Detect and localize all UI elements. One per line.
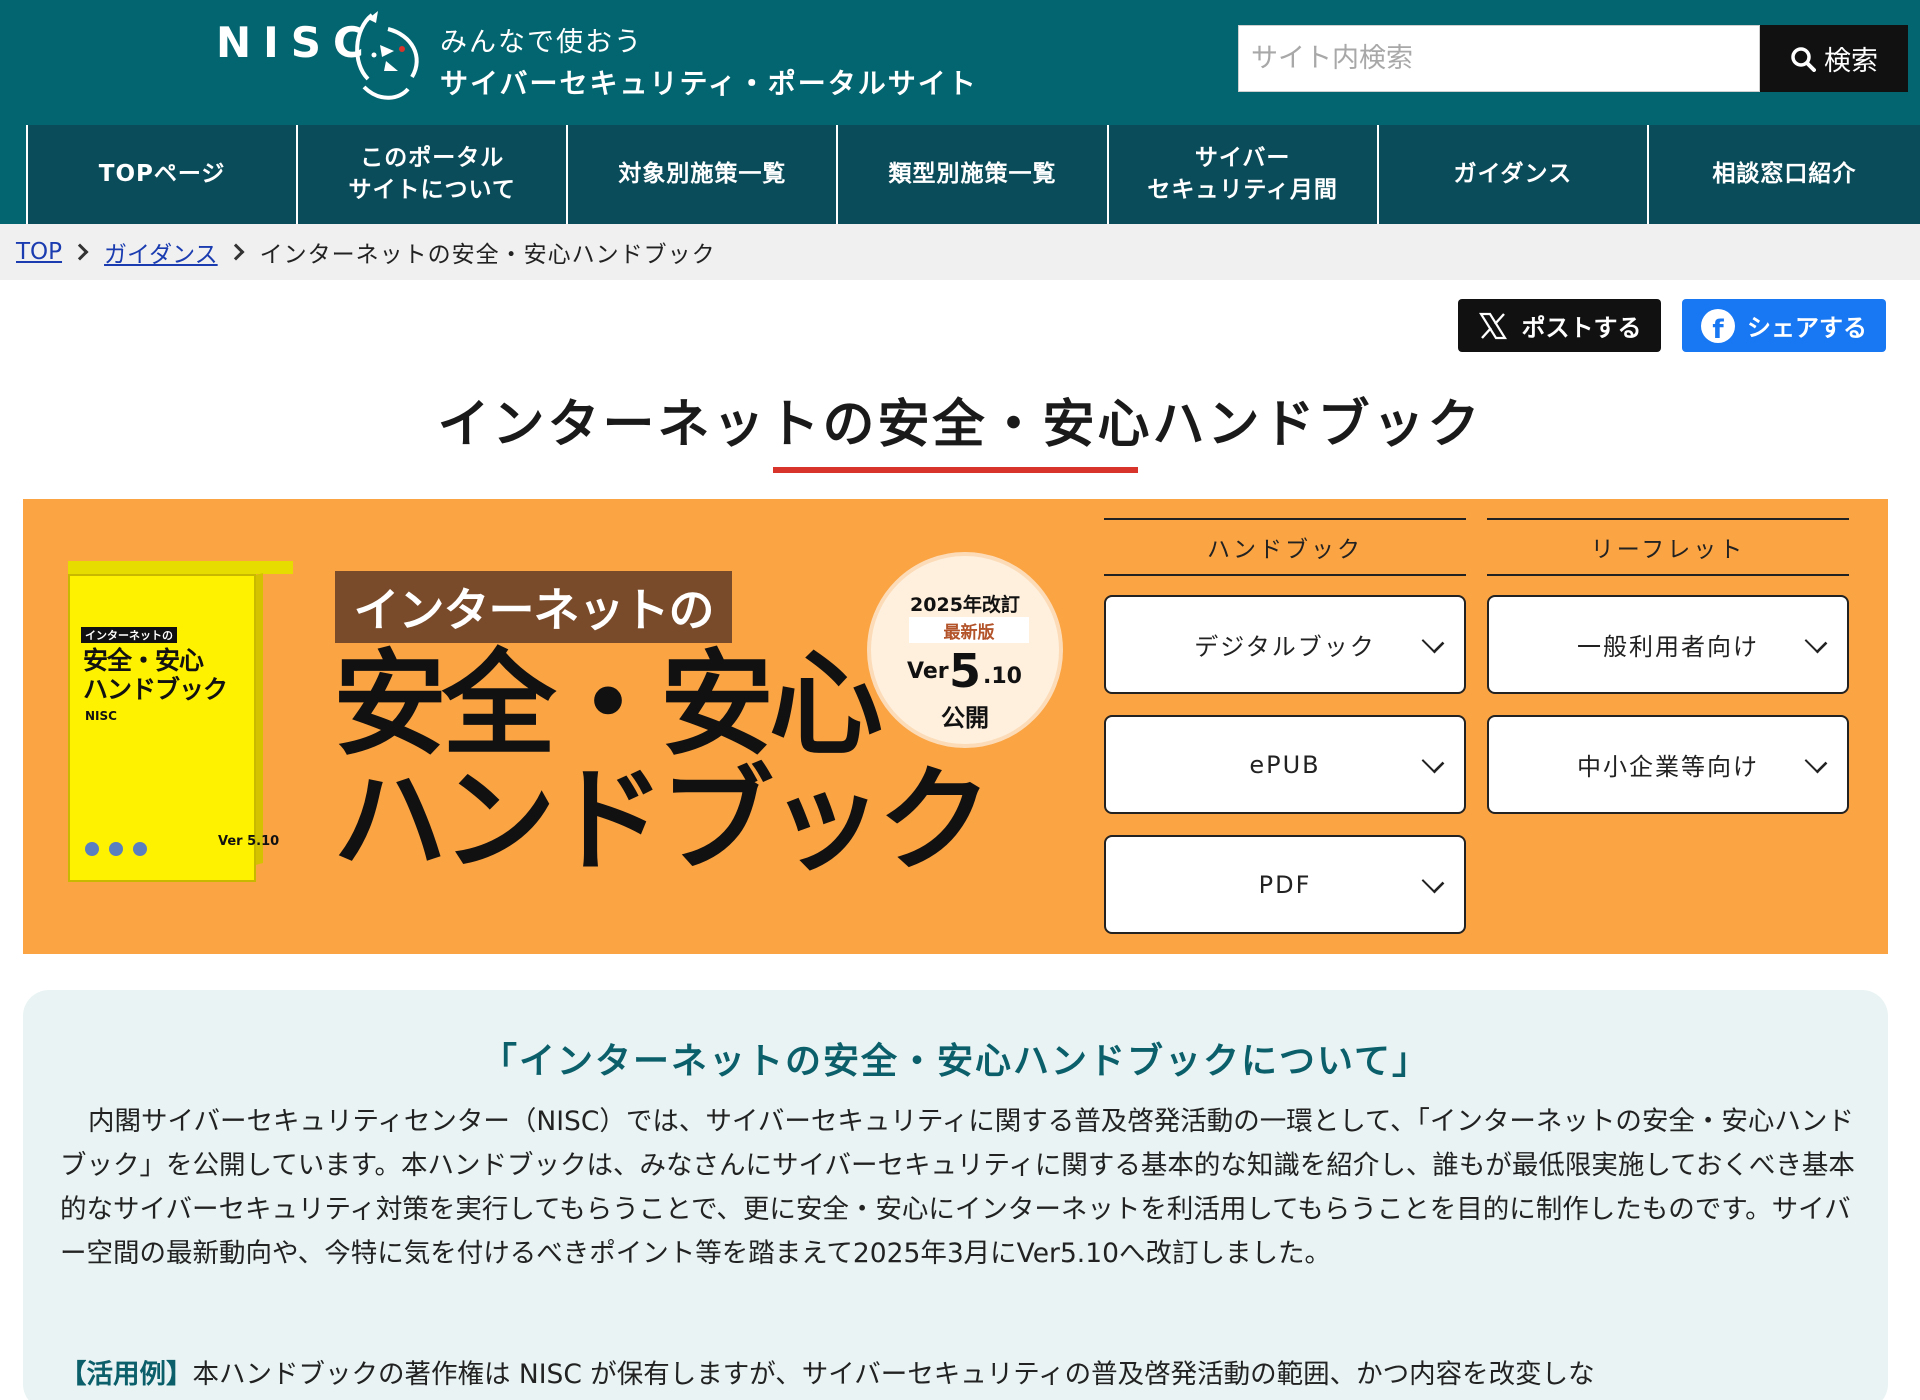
- nav-item-label: ガイダンス: [1453, 160, 1573, 187]
- global-nav: TOPページ このポータル サイトについて 対象別施策一覧 類型別施策一覧 サイ…: [0, 125, 1920, 224]
- nisc-emblem-icon: [355, 11, 419, 100]
- pdf-dropdown[interactable]: PDF: [1104, 835, 1466, 934]
- book-cover-version: Ver 5.10: [218, 834, 280, 849]
- about-section: 「インターネットの安全・安心ハンドブックについて」 内閣サイバーセキュリティセン…: [23, 990, 1888, 1400]
- chevron-right-icon: [71, 243, 89, 261]
- site-header: NISC みんなで使おう サイバーセキュリティ・ポータルサイト 検索: [0, 0, 1920, 125]
- share-facebook-label: シェアする: [1747, 314, 1867, 342]
- book-cover-small-label: インターネットの: [81, 627, 177, 643]
- version-badge: 2025年改訂 最新版 Ver 5 .10 公開: [867, 552, 1063, 748]
- book-cover-logos: [85, 842, 205, 860]
- nav-item-label: 対象別施策一覧: [618, 160, 787, 187]
- title-underline: [773, 467, 1138, 473]
- book-top: [68, 561, 293, 574]
- search-input[interactable]: [1239, 26, 1759, 91]
- badge-release: 公開: [941, 704, 989, 732]
- chevron-down-icon: [1421, 630, 1445, 654]
- digital-book-dropdown[interactable]: デジタルブック: [1104, 595, 1466, 694]
- handbook-banner: インターネットの 安全・安心 ハンドブック NISC Ver 5.10 インター…: [23, 499, 1888, 954]
- usage-label: 【活用例】: [60, 1359, 193, 1390]
- usage-text: 本ハンドブックの著作権は NISC が保有しますが、サイバーセキュリティの普及啓…: [192, 1359, 1595, 1390]
- chevron-down-icon: [1421, 750, 1445, 774]
- share-facebook-button[interactable]: f シェアする: [1682, 299, 1886, 352]
- chevron-down-icon: [1421, 870, 1445, 894]
- about-heading: 「インターネットの安全・安心ハンドブックについて」: [481, 1041, 1430, 1082]
- nav-item-by-target[interactable]: 対象別施策一覧: [566, 125, 837, 224]
- dropdown-label: ePUB: [1249, 750, 1321, 779]
- x-logo-icon: [1478, 312, 1507, 339]
- breadcrumb-current: インターネットの安全・安心ハンドブック: [259, 242, 716, 268]
- dropdown-label: 中小企業等向け: [1577, 753, 1759, 781]
- breadcrumb-link-top[interactable]: TOP: [16, 239, 62, 265]
- search-button-label: 検索: [1824, 46, 1878, 77]
- nav-item-label: 相談窓口紹介: [1712, 160, 1857, 187]
- chevron-down-icon: [1804, 750, 1828, 774]
- nav-item-guidance[interactable]: ガイダンス: [1376, 125, 1647, 224]
- banner-tag: インターネットの: [335, 571, 732, 643]
- book-cover-brand: NISC: [85, 709, 117, 723]
- nav-item-by-type[interactable]: 類型別施策一覧: [836, 125, 1107, 224]
- nav-item-label: TOPページ: [98, 160, 226, 187]
- facebook-icon: f: [1701, 308, 1735, 343]
- share-x-button[interactable]: ポストする: [1458, 299, 1661, 352]
- leaflet-column-heading: リーフレット: [1487, 518, 1849, 576]
- page-title: インターネットの安全・安心ハンドブック: [437, 395, 1483, 455]
- search-box: [1238, 25, 1760, 92]
- share-x-label: ポストする: [1521, 314, 1642, 342]
- breadcrumb-link-guidance[interactable]: ガイダンス: [104, 235, 218, 269]
- search-button[interactable]: 検索: [1760, 25, 1908, 92]
- badge-new-label: 最新版: [909, 617, 1029, 643]
- badge-year: 2025年改訂: [910, 594, 1020, 616]
- chevron-down-icon: [1804, 630, 1828, 654]
- breadcrumb: TOP ガイダンス インターネットの安全・安心ハンドブック: [0, 224, 1920, 280]
- badge-ver-label: Ver: [907, 659, 949, 684]
- site-tagline-top: みんなで使おう: [440, 27, 643, 58]
- nav-item-label: サイバー セキュリティ月間: [1147, 145, 1338, 203]
- nav-item-top[interactable]: TOPページ: [26, 125, 297, 224]
- dropdown-label: デジタルブック: [1194, 633, 1376, 661]
- smb-dropdown[interactable]: 中小企業等向け: [1487, 715, 1849, 814]
- epub-dropdown[interactable]: ePUB: [1104, 715, 1466, 814]
- dropdown-label: PDF: [1258, 870, 1312, 899]
- nav-item-security-month[interactable]: サイバー セキュリティ月間: [1106, 125, 1377, 224]
- general-users-dropdown[interactable]: 一般利用者向け: [1487, 595, 1849, 694]
- book-cover-title: 安全・安心 ハンドブック: [83, 646, 228, 704]
- nav-item-label: このポータル サイトについて: [348, 145, 516, 203]
- badge-ver-minor: .10: [983, 664, 1022, 689]
- search-icon: [1791, 46, 1816, 72]
- nav-item-about[interactable]: このポータル サイトについて: [296, 125, 567, 224]
- site-tagline-main[interactable]: サイバーセキュリティ・ポータルサイト: [440, 62, 978, 102]
- handbook-column-heading: ハンドブック: [1104, 518, 1466, 576]
- badge-ver-major: 5: [949, 644, 982, 698]
- nav-item-label: 類型別施策一覧: [888, 160, 1057, 187]
- nav-item-consultation[interactable]: 相談窓口紹介: [1646, 125, 1920, 224]
- usage-paragraph: 【活用例】本ハンドブックの著作権は NISC が保有しますが、サイバーセキュリテ…: [60, 1353, 1860, 1397]
- dropdown-label: 一般利用者向け: [1577, 633, 1759, 661]
- chevron-right-icon: [227, 243, 245, 261]
- about-body: 内閣サイバーセキュリティセンター（NISC）では、サイバーセキュリティに関する普…: [60, 1106, 1855, 1269]
